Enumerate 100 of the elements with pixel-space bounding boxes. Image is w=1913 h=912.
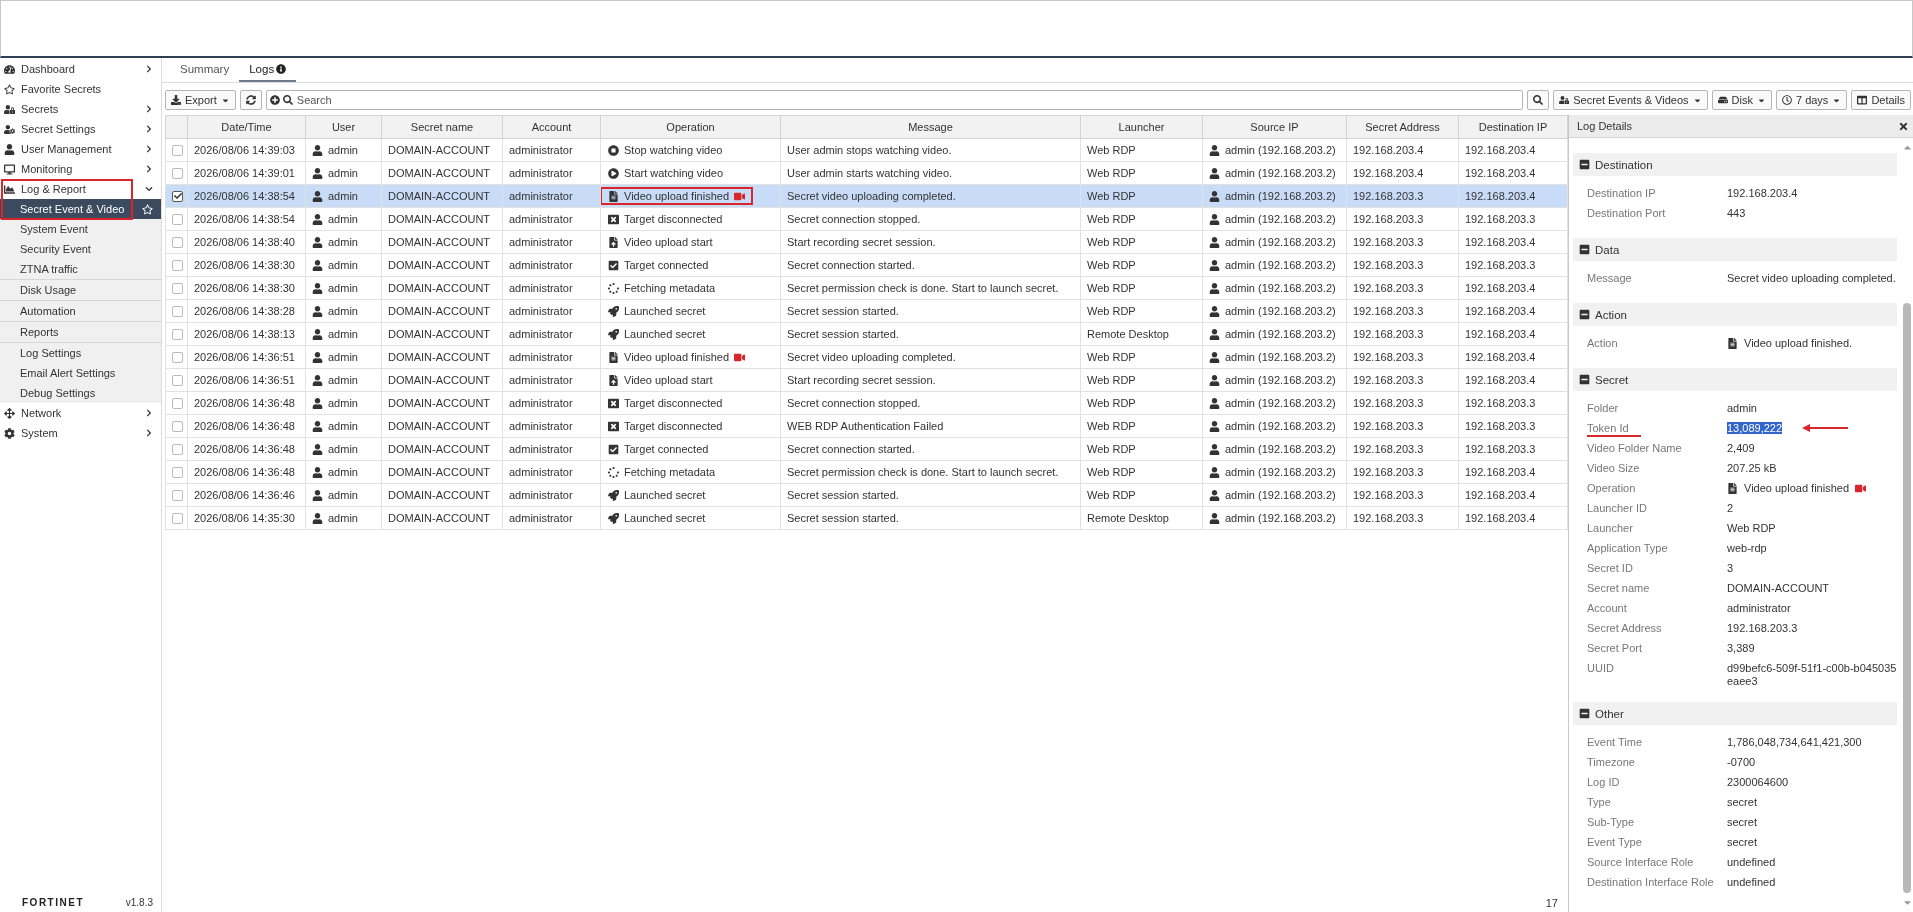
sidebar-subitem[interactable]: System Event xyxy=(0,219,161,239)
row-checkbox[interactable] xyxy=(172,328,183,340)
sidebar-subitem[interactable]: Reports xyxy=(0,321,161,342)
column-header[interactable]: Operation xyxy=(600,115,781,139)
scrollbar-thumb[interactable] xyxy=(1903,303,1911,893)
row-checkbox[interactable] xyxy=(172,489,183,501)
source-ip: admin (192.168.203.2) xyxy=(1225,259,1336,271)
annotation-arrow xyxy=(1802,424,1849,432)
column-header[interactable]: User xyxy=(305,115,382,139)
sidebar-item[interactable]: Dashboard xyxy=(0,59,161,79)
sidebar-subitem[interactable]: Log Settings xyxy=(0,342,161,363)
video-camera-icon[interactable] xyxy=(734,190,745,202)
operation-label: Launched secret xyxy=(624,512,706,524)
video-camera-icon[interactable] xyxy=(734,351,745,363)
section-header[interactable]: Destination xyxy=(1573,153,1897,176)
column-header[interactable]: Launcher xyxy=(1080,115,1203,139)
table-cell: 192.168.203.3 xyxy=(1346,299,1459,323)
sidebar-item[interactable]: System xyxy=(0,423,161,443)
field-value: 2300064600 xyxy=(1727,776,1790,789)
column-header[interactable]: Source IP xyxy=(1202,115,1347,139)
tab[interactable]: Summary xyxy=(170,58,240,82)
column-header[interactable]: Account xyxy=(502,115,601,139)
row-checkbox[interactable] xyxy=(172,167,183,179)
column-header[interactable]: Date/Time xyxy=(187,115,306,139)
search-button[interactable] xyxy=(1527,90,1550,110)
user-name: admin xyxy=(328,374,358,386)
add-filter-icon[interactable] xyxy=(269,95,280,105)
storage-dropdown[interactable]: Disk xyxy=(1711,90,1772,110)
row-checkbox[interactable] xyxy=(172,190,183,202)
export-button[interactable]: Export xyxy=(165,90,236,110)
user-icon xyxy=(312,420,323,432)
user-icon xyxy=(1209,305,1220,317)
row-checkbox[interactable] xyxy=(172,351,183,363)
section-header[interactable]: Data xyxy=(1573,238,1897,261)
sidebar-item[interactable]: Secret Settings xyxy=(0,119,161,139)
row-checkbox[interactable] xyxy=(172,512,183,524)
period-dropdown[interactable]: 7 days xyxy=(1775,90,1848,110)
user-name: admin xyxy=(328,305,358,317)
row-checkbox[interactable] xyxy=(172,420,183,432)
column-header[interactable]: Secret Address xyxy=(1346,115,1459,139)
operation-label: Launched secret xyxy=(624,489,706,501)
search-icon xyxy=(1533,95,1544,105)
section-header[interactable]: Action xyxy=(1573,303,1897,326)
table-cell: 192.168.203.4 xyxy=(1458,322,1568,346)
row-checkbox[interactable] xyxy=(172,144,183,156)
collapse-icon[interactable] xyxy=(1579,374,1590,385)
search-field[interactable]: Search xyxy=(265,90,1524,110)
video-camera-icon[interactable] xyxy=(1855,482,1866,494)
details-button[interactable]: Details xyxy=(1851,90,1911,110)
collapse-icon[interactable] xyxy=(1579,159,1590,170)
sidebar-subitem[interactable]: Email Alert Settings xyxy=(0,363,161,383)
row-checkbox[interactable] xyxy=(172,305,183,317)
row-checkbox[interactable] xyxy=(172,259,183,271)
column-header[interactable]: Destination IP xyxy=(1458,115,1568,139)
table-cell: Start recording secret session. xyxy=(780,230,1081,254)
row-checkbox[interactable] xyxy=(172,282,183,294)
row-checkbox[interactable] xyxy=(172,213,183,225)
sidebar-item[interactable]: Log & Report xyxy=(0,179,161,199)
source-ip: admin (192.168.203.2) xyxy=(1225,213,1336,225)
user-icon xyxy=(312,397,323,409)
table-cell: administrator xyxy=(502,322,601,346)
table-cell: administrator xyxy=(502,276,601,300)
sidebar-item[interactable]: User Management xyxy=(0,139,161,159)
sidebar-item[interactable]: Secrets xyxy=(0,99,161,119)
source-ip: admin (192.168.203.2) xyxy=(1225,190,1336,202)
row-checkbox[interactable] xyxy=(172,374,183,386)
filter-dropdown[interactable]: Secret Events & Videos xyxy=(1553,90,1708,110)
section-header[interactable]: Secret xyxy=(1573,368,1897,391)
sidebar-item[interactable]: Favorite Secrets xyxy=(0,79,161,99)
column-header[interactable]: Message xyxy=(780,115,1081,139)
table-cell: 192.168.203.4 xyxy=(1458,460,1568,484)
sidebar-subitem[interactable]: Security Event xyxy=(0,239,161,259)
sidebar-subitem[interactable]: Debug Settings xyxy=(0,383,161,403)
sidebar-item[interactable]: Network xyxy=(0,403,161,423)
tab[interactable]: Logs xyxy=(239,58,297,82)
user-icon xyxy=(1209,443,1220,455)
close-button[interactable] xyxy=(1898,120,1909,132)
collapse-icon[interactable] xyxy=(1579,309,1590,320)
row-checkbox[interactable] xyxy=(172,397,183,409)
column-header[interactable]: Secret name xyxy=(381,115,503,139)
source-ip: admin (192.168.203.2) xyxy=(1225,489,1336,501)
refresh-button[interactable] xyxy=(239,90,262,110)
user-icon xyxy=(1209,489,1220,501)
sidebar-subitem[interactable]: ZTNA traffic xyxy=(0,259,161,279)
collapse-icon[interactable] xyxy=(1579,708,1590,719)
row-checkbox[interactable] xyxy=(172,466,183,478)
user-icon xyxy=(1209,466,1220,478)
sidebar-subitem[interactable]: Secret Event & Video xyxy=(0,199,161,219)
sidebar-subitem[interactable]: Disk Usage xyxy=(0,279,161,300)
chart-icon xyxy=(4,183,15,195)
row-checkbox[interactable] xyxy=(172,443,183,455)
user-icon xyxy=(312,213,323,225)
user-icon xyxy=(1209,420,1220,432)
star-icon[interactable] xyxy=(142,203,153,215)
collapse-icon[interactable] xyxy=(1579,244,1590,255)
section-header[interactable]: Other xyxy=(1573,702,1897,725)
user-name: admin xyxy=(328,512,358,524)
sidebar-subitem[interactable]: Automation xyxy=(0,300,161,321)
row-checkbox[interactable] xyxy=(172,236,183,248)
sidebar-item[interactable]: Monitoring xyxy=(0,159,161,179)
